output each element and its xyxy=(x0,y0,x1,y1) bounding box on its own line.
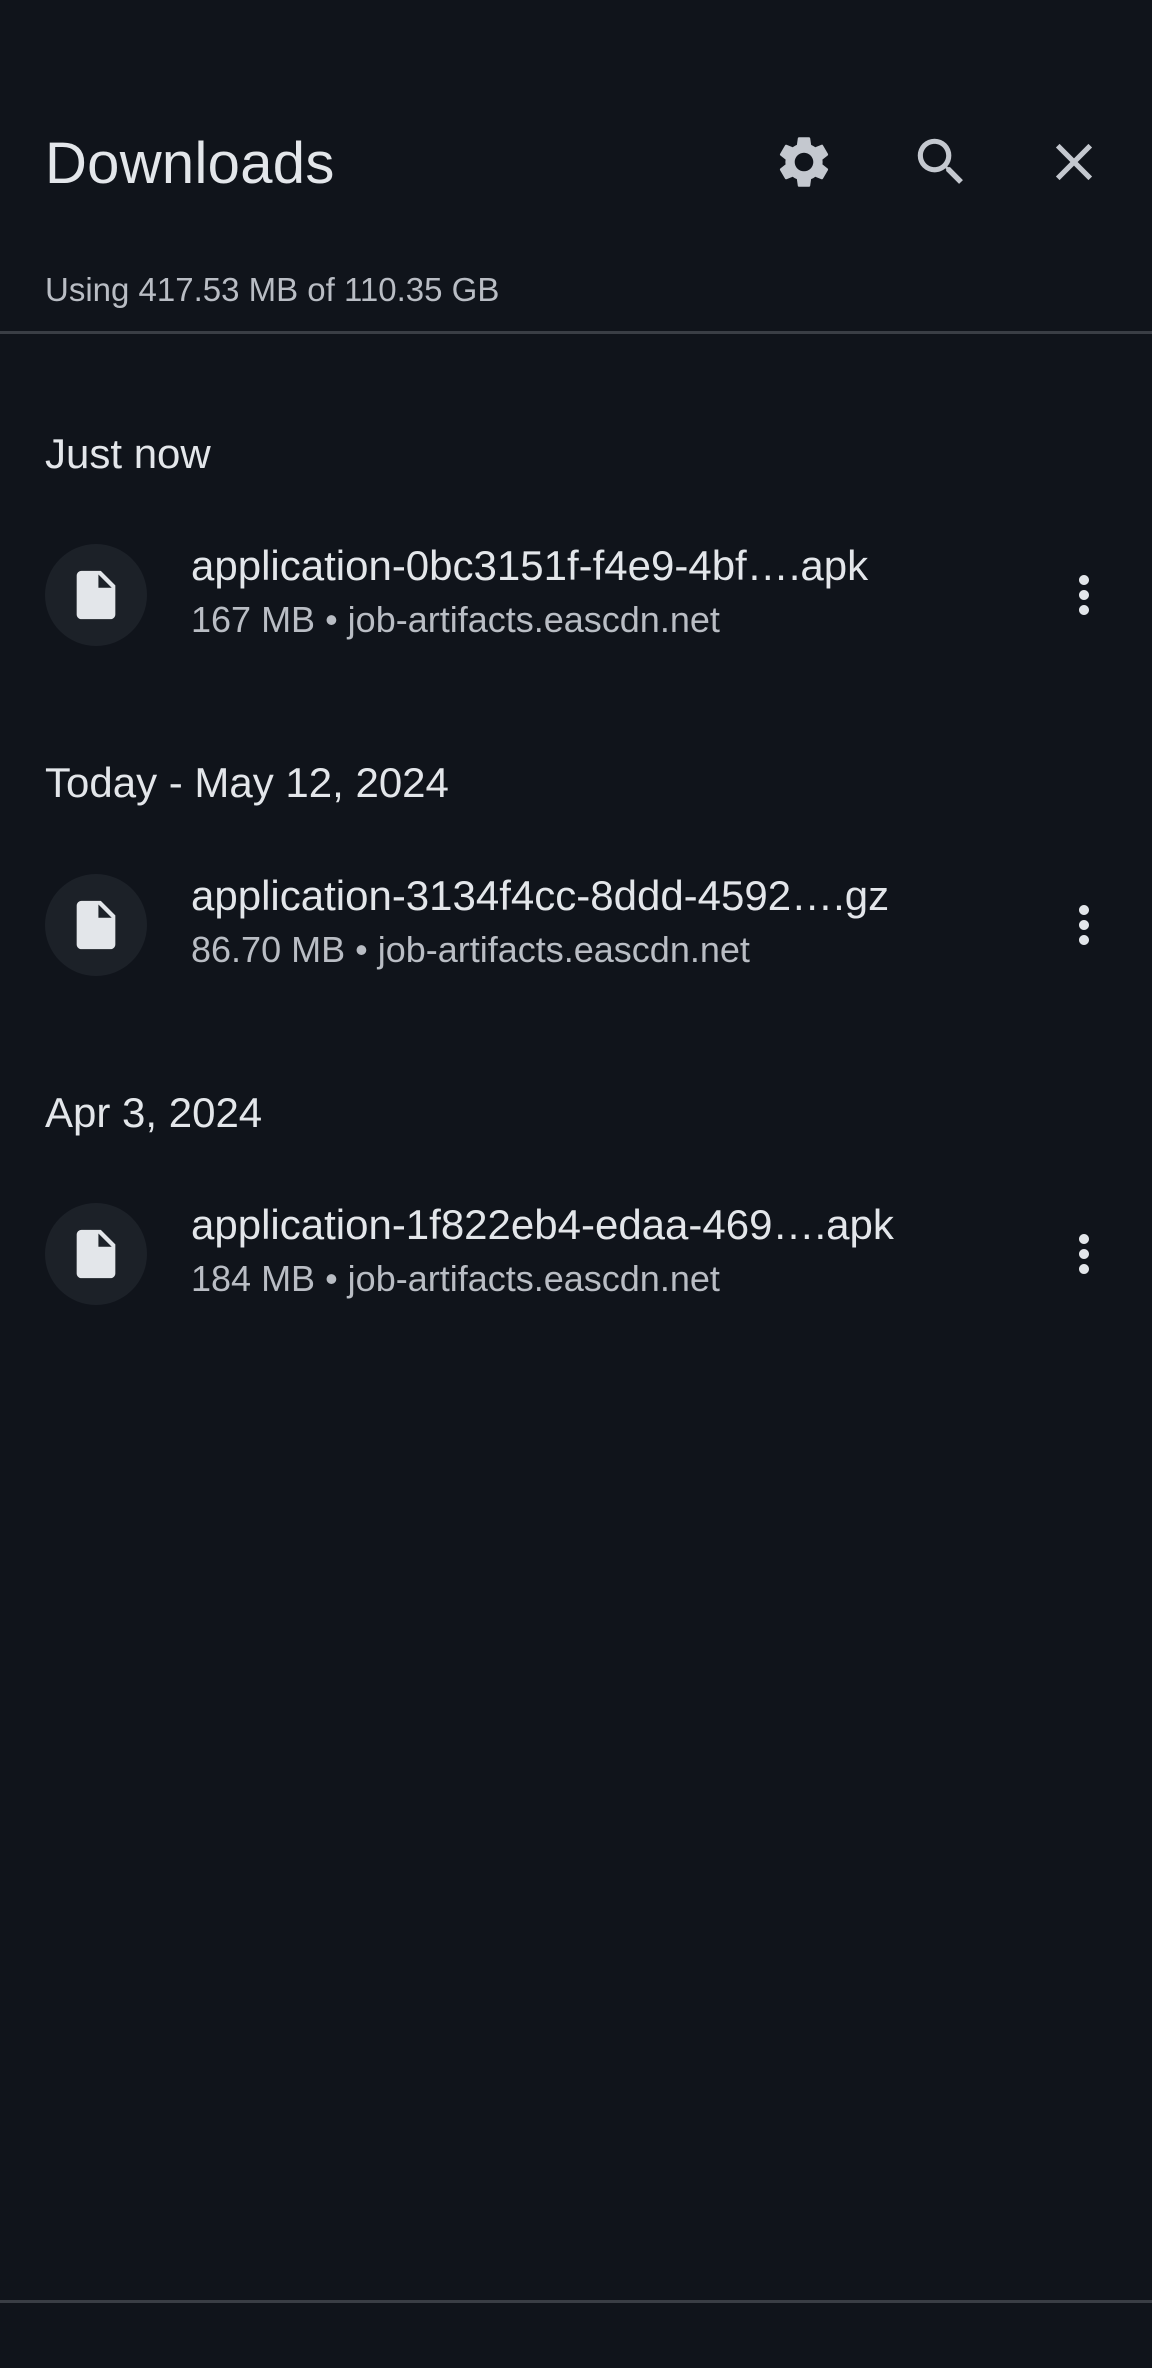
file-thumbnail xyxy=(45,544,147,646)
close-icon xyxy=(1055,143,1093,181)
download-item[interactable]: application-3134f4cc-8ddd-4592….gz 86.70… xyxy=(0,857,1152,993)
storage-usage-text: Using 417.53 MB of 110.35 GB xyxy=(45,271,500,308)
header-divider xyxy=(0,331,1152,334)
more-vert-icon xyxy=(1079,575,1089,615)
gear-icon xyxy=(779,137,829,187)
file-thumbnail xyxy=(45,874,147,976)
more-options-button[interactable] xyxy=(1040,1210,1128,1298)
close-button[interactable] xyxy=(1030,118,1118,206)
file-icon xyxy=(76,1229,116,1279)
file-name[interactable]: application-1f822eb4-edaa-469….apk xyxy=(191,1196,894,1254)
section-header-today: Today - May 12, 2024 xyxy=(45,759,449,806)
more-vert-icon xyxy=(1079,1234,1089,1274)
file-thumbnail xyxy=(45,1203,147,1305)
file-meta: 86.70 MB • job-artifacts.eascdn.net xyxy=(191,929,750,970)
more-vert-icon xyxy=(1079,905,1089,945)
downloads-screen: Downloads Using 417.53 MB of 110.35 GB J… xyxy=(0,0,1152,2368)
download-item[interactable]: application-0bc3151f-f4e9-4bf….apk 167 M… xyxy=(0,527,1152,663)
bottom-divider xyxy=(0,2300,1152,2303)
file-name[interactable]: application-3134f4cc-8ddd-4592….gz xyxy=(191,867,889,925)
file-meta: 167 MB • job-artifacts.eascdn.net xyxy=(191,599,720,640)
file-meta: 184 MB • job-artifacts.eascdn.net xyxy=(191,1258,720,1299)
file-name[interactable]: application-0bc3151f-f4e9-4bf….apk xyxy=(191,537,868,595)
section-header-just-now: Just now xyxy=(45,430,211,477)
page-title: Downloads xyxy=(45,131,335,196)
search-icon xyxy=(917,138,963,184)
more-options-button[interactable] xyxy=(1040,551,1128,639)
section-header-apr-3: Apr 3, 2024 xyxy=(45,1089,263,1136)
settings-button[interactable] xyxy=(760,118,848,206)
more-options-button[interactable] xyxy=(1040,881,1128,969)
file-icon xyxy=(76,900,116,950)
search-button[interactable] xyxy=(897,118,985,206)
file-icon xyxy=(76,570,116,620)
download-item[interactable]: application-1f822eb4-edaa-469….apk 184 M… xyxy=(0,1186,1152,1322)
app-header: Downloads Using 417.53 MB of 110.35 GB xyxy=(0,0,1152,308)
